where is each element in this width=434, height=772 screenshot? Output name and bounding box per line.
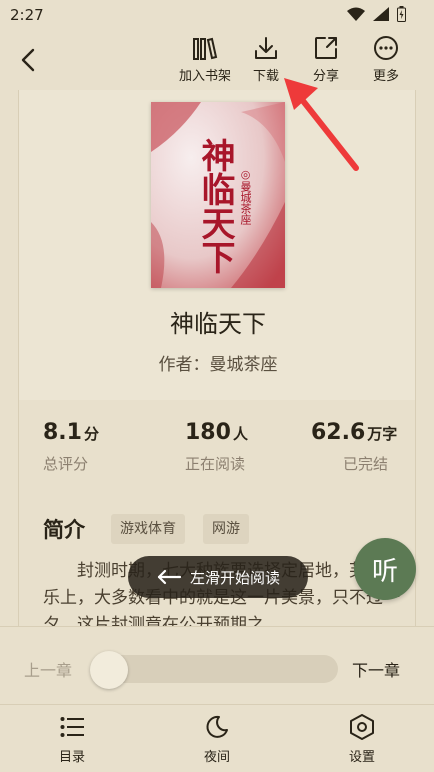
intro-heading: 简介	[43, 518, 85, 542]
wifi-icon	[347, 7, 365, 21]
battery-icon	[397, 6, 406, 22]
status-bar: 2:27	[0, 0, 434, 30]
words-unit: 万字	[367, 425, 398, 443]
status-icons	[347, 6, 406, 22]
moon-icon	[203, 713, 231, 741]
download-label: 下载	[252, 69, 279, 84]
status-time: 2:27	[10, 6, 44, 24]
annotation-arrow	[284, 78, 359, 171]
nav-settings-label: 设置	[348, 750, 375, 765]
chapter-nav: 上一章 下一章	[0, 626, 434, 704]
swipe-hint-text: 左滑开始阅读	[189, 568, 280, 587]
book-title: 神临天下	[170, 310, 266, 338]
nav-toc[interactable]: 目录	[37, 713, 107, 769]
chapter-slider-thumb[interactable]	[90, 651, 128, 689]
add-to-shelf-label: 加入书架	[178, 69, 231, 84]
settings-icon	[348, 713, 376, 741]
readers-value: 180	[185, 420, 231, 445]
bottom-nav: 目录 夜间 设置	[0, 704, 434, 772]
nav-settings[interactable]: 设置	[327, 713, 397, 769]
add-to-shelf-button[interactable]: 加入书架	[173, 34, 237, 86]
nav-toc-label: 目录	[58, 750, 85, 765]
nav-night-label: 夜间	[203, 750, 230, 765]
book-author: 作者：曼城茶座	[158, 355, 278, 375]
back-button[interactable]	[14, 44, 42, 76]
stat-readers: 180 人 正在阅读	[185, 420, 248, 474]
tag-online-game[interactable]: 网游	[203, 514, 249, 544]
top-toolbar: 加入书架 下载 分享 更多	[0, 30, 434, 90]
bookshelf-icon	[191, 34, 219, 62]
book-cover[interactable]: 神临天下 ◎曼城茶座	[151, 102, 285, 288]
back-arrow-icon	[21, 48, 35, 72]
share-icon	[312, 34, 340, 62]
signal-icon	[373, 7, 389, 21]
more-icon	[372, 34, 400, 62]
more-button[interactable]: 更多	[354, 34, 418, 86]
next-chapter-button[interactable]: 下一章	[352, 657, 400, 681]
stat-words: 62.6 万字 已完结	[311, 420, 397, 474]
more-label: 更多	[372, 69, 399, 84]
cover-title: 神临天下	[195, 138, 235, 274]
list-icon	[58, 713, 86, 741]
rating-value: 8.1	[43, 420, 82, 445]
tag-game-sports[interactable]: 游戏体育	[111, 514, 185, 544]
chapter-slider-track[interactable]	[92, 655, 338, 683]
book-stats: 8.1 分 总评分 180 人 正在阅读 62.6 万字 已完结	[18, 400, 416, 498]
words-label: 已完结	[343, 455, 389, 473]
readers-unit: 人	[232, 425, 248, 443]
stat-rating: 8.1 分 总评分	[43, 420, 99, 474]
nav-night[interactable]: 夜间	[182, 713, 252, 769]
arrow-left-icon	[157, 569, 182, 585]
download-icon	[252, 34, 280, 62]
rating-unit: 分	[83, 425, 99, 443]
prev-chapter-button[interactable]: 上一章	[24, 657, 72, 681]
cover-author: ◎曼城茶座	[239, 168, 252, 225]
listen-button[interactable]: 听	[354, 538, 416, 600]
readers-label: 正在阅读	[185, 455, 246, 473]
words-value: 62.6	[311, 420, 366, 445]
rating-label: 总评分	[43, 455, 89, 473]
swipe-hint-toast: 左滑开始阅读	[128, 556, 308, 598]
